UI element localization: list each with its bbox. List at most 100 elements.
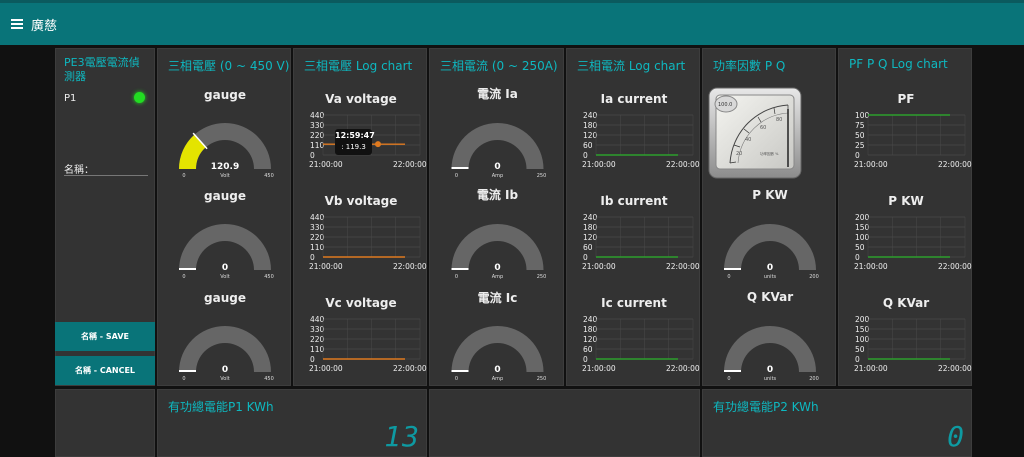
gauge-unit: Volt: [220, 376, 229, 382]
control-title: PE3電壓電流偵測器: [64, 56, 140, 83]
y-tick-label: 75: [855, 121, 865, 130]
y-tick-label: 0: [855, 253, 860, 262]
gauge-max: 450: [264, 274, 274, 280]
x-tick-label: 22:00:00: [938, 364, 972, 373]
chart-tooltip: 12:59:47 : 119.3: [335, 129, 375, 155]
voltage-gauge-title: 三相電壓 (0 ~ 450 V): [168, 59, 290, 73]
y-tick-label: 220: [310, 335, 325, 344]
gauge-value: 0: [767, 365, 773, 375]
x-tick-label: 22:00:00: [666, 364, 700, 373]
log-chart-label: Q KVar: [882, 296, 930, 310]
y-tick-label: 0: [310, 253, 315, 262]
gauge-value: 0: [494, 263, 500, 273]
gauge-max: 200: [809, 376, 819, 382]
current-gauge-title: 三相電流 (0 ~ 250A): [440, 59, 558, 73]
gauge-min: 0: [182, 173, 185, 179]
gauge-min: 0: [727, 376, 730, 382]
status-label: P1: [64, 93, 77, 104]
energy-p1-value: 13: [384, 420, 420, 453]
x-tick-label: 22:00:00: [666, 160, 700, 169]
gauge-label: 電流 Ic: [477, 291, 518, 305]
gauge-unit: Volt: [220, 274, 229, 280]
meter-readout: 100.0: [718, 102, 732, 108]
gauge-label: P KW: [752, 188, 788, 202]
x-tick-label: 21:00:00: [309, 364, 343, 373]
gauge-max: 250: [537, 376, 547, 382]
energy-p2-card: 有功總電能P2 KWh 0: [702, 389, 972, 457]
gauge-label: 電流 Ia: [477, 87, 518, 101]
x-tick-label: 22:00:00: [938, 262, 972, 271]
save-button[interactable]: 名稱 - SAVE: [55, 322, 155, 351]
gauge-min: 0: [182, 376, 185, 382]
tooltip-value: : 119.3: [341, 143, 366, 151]
gauge-value: 0: [494, 365, 500, 375]
log-chart-label: Vb voltage: [324, 194, 398, 208]
cancel-button[interactable]: 名稱 - CANCEL: [55, 356, 155, 385]
y-tick-label: 150: [855, 325, 870, 334]
status-led-icon: [134, 92, 145, 103]
gauge-unit: Amp: [492, 274, 503, 280]
gauge-fill: [451, 268, 469, 270]
gauge-unit: Amp: [492, 173, 503, 179]
gauge-value: 120.9: [211, 162, 239, 172]
y-tick-label: 220: [310, 131, 325, 140]
gauge-max: 250: [537, 274, 547, 280]
hover-point: [375, 141, 381, 148]
voltage-gauge: 0Volt0 450: [179, 326, 274, 382]
energy-p2-title: 有功總電能P2 KWh: [713, 400, 819, 414]
x-tick-label: 21:00:00: [582, 160, 616, 169]
y-tick-label: 0: [583, 355, 588, 364]
x-tick-label: 22:00:00: [393, 160, 427, 169]
gauge-unit: Volt: [220, 173, 229, 179]
y-tick-label: 60: [583, 141, 593, 150]
power-gauge: 0units0 200: [724, 326, 819, 382]
name-input[interactable]: [64, 163, 148, 176]
svg-text:20: 20: [736, 151, 742, 157]
current-log-title: 三相電流 Log chart: [577, 59, 686, 73]
voltage-log-title: 三相電壓 Log chart: [304, 59, 413, 73]
log-chart-label: PF: [897, 92, 915, 106]
svg-text:40: 40: [745, 137, 751, 143]
gauge-max: 200: [809, 274, 819, 280]
energy-p2-value: 0: [947, 420, 965, 453]
x-tick-label: 22:00:00: [666, 262, 700, 271]
gauge-unit: Amp: [492, 376, 503, 382]
gauge-label: gauge: [204, 189, 246, 203]
current-gauge: 0Amp0 250: [451, 123, 546, 179]
energy-p1-card: 有功總電能P1 KWh 13: [157, 389, 427, 457]
power-factor-meter-icon: 40 60 80 20 功率因數 % 100.0: [708, 87, 802, 179]
y-tick-label: 0: [855, 151, 860, 160]
y-tick-label: 330: [310, 121, 325, 130]
voltage-gauge-card: 三相電壓 (0 ~ 450 V) gauge 120.9 Volt 0 450 gau…: [157, 48, 291, 386]
voltage-log-chart: 440330220110021:00:00 22:00:00: [309, 213, 427, 271]
gauge-unit: units: [764, 274, 777, 280]
gauge-unit: units: [764, 376, 777, 382]
x-tick-label: 21:00:00: [309, 262, 343, 271]
gauge-min: 0: [455, 274, 458, 280]
y-tick-label: 120: [583, 233, 598, 242]
y-tick-label: 330: [310, 223, 325, 232]
empty-card: [55, 389, 155, 457]
x-tick-label: 21:00:00: [582, 364, 616, 373]
gauge-value: 0: [222, 263, 228, 273]
y-tick-label: 180: [583, 121, 598, 130]
voltage-gauge: 120.9Volt 0 450: [179, 123, 274, 179]
y-tick-label: 330: [310, 325, 325, 334]
gauge-max: 450: [264, 376, 274, 382]
y-tick-label: 120: [583, 131, 598, 140]
log-chart-label: Ia current: [600, 92, 668, 106]
current-log-chart: 24018012060021:00:00 22:00:00: [582, 213, 700, 271]
gauge-value: 0: [222, 365, 228, 375]
gauge-fill: [179, 370, 196, 372]
hamburger-menu-icon[interactable]: [11, 19, 23, 29]
y-tick-label: 0: [310, 151, 315, 160]
voltage-log-chart: 440330220110021:00:00 22:00:00: [309, 315, 427, 373]
power-log-chart: 20015010050021:00:00 22:00:00: [854, 213, 972, 271]
y-tick-label: 110: [310, 345, 325, 354]
svg-text:80: 80: [776, 117, 782, 123]
x-tick-label: 21:00:00: [854, 364, 888, 373]
y-tick-label: 100: [855, 335, 870, 344]
y-tick-label: 110: [310, 141, 325, 150]
log-chart-label: Vc voltage: [325, 296, 397, 310]
y-tick-label: 50: [855, 243, 865, 252]
